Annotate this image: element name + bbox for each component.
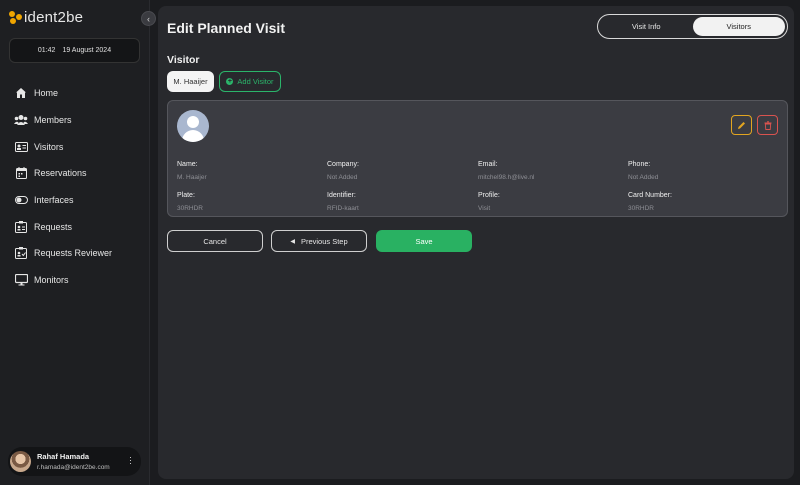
plus-circle-icon: +	[226, 78, 234, 85]
sidebar-item-label: Visitors	[34, 141, 64, 152]
logo-icon	[9, 10, 23, 25]
delete-button[interactable]	[757, 115, 778, 135]
sidebar-item-label: Requests	[34, 221, 73, 232]
add-visitor-label: Add Visitor	[237, 77, 274, 86]
calendar-icon	[14, 166, 28, 180]
sidebar-item-label: Home	[34, 88, 59, 99]
sidebar-item-label: Members	[34, 115, 72, 126]
sidebar-item-home[interactable]: Home	[14, 80, 112, 107]
sidebar-item-label: Interfaces	[34, 195, 74, 206]
chevron-left-icon[interactable]: ‹	[141, 11, 156, 26]
field-profile: Profile: Visit	[478, 192, 500, 212]
main-panel: Edit Planned Visit Visit Info Visitors V…	[158, 6, 794, 479]
sidebar-item-members[interactable]: Members	[14, 107, 112, 134]
monitor-icon	[14, 273, 28, 287]
add-visitor-button[interactable]: + Add Visitor	[219, 71, 281, 92]
sidebar: ident2be 01:42 19 August 2024 Home Membe…	[0, 0, 150, 485]
avatar	[10, 451, 31, 472]
sidebar-item-visitors[interactable]: Visitors	[14, 133, 112, 160]
sidebar-item-label: Requests Reviewer	[34, 248, 113, 259]
members-icon	[14, 113, 28, 127]
datetime-display: 01:42 19 August 2024	[9, 38, 140, 63]
toggle-icon	[14, 193, 28, 207]
tab-visitors[interactable]: Visitors	[692, 17, 785, 36]
previous-step-label: Previous Step	[300, 236, 348, 246]
section-title: Visitor	[167, 54, 200, 66]
field-plate: Plate: 30RHDR	[177, 192, 204, 212]
field-email: Email: mitchel98.h@live.nl	[478, 161, 535, 181]
sidebar-item-requests[interactable]: Requests	[14, 213, 112, 240]
tab-visit-info[interactable]: Visit Info	[600, 17, 693, 36]
current-time: 01:42	[37, 47, 56, 54]
sidebar-nav: Home Members Visitors Reservations Inter…	[14, 80, 112, 294]
caret-left-icon: ◀	[290, 238, 295, 245]
user-email: r.hamada@ident2be.com	[37, 464, 110, 471]
field-name: Name: M. Haaijer	[177, 161, 207, 181]
previous-step-button[interactable]: ◀ Previous Step	[271, 230, 367, 252]
cancel-button[interactable]: Cancel	[167, 230, 263, 252]
step-tabs: Visit Info Visitors	[597, 14, 788, 39]
user-profile[interactable]: Rahaf Hamada r.hamada@ident2be.com · · ·	[8, 447, 141, 476]
request-reviewer-icon	[14, 246, 28, 260]
page-title: Edit Planned Visit	[167, 20, 285, 36]
edit-button[interactable]	[731, 115, 752, 135]
field-identifier: Identifier: RFID-kaart	[327, 192, 359, 212]
save-button[interactable]: Save	[376, 230, 472, 252]
sidebar-item-label: Monitors	[34, 275, 69, 286]
pencil-icon	[738, 121, 745, 129]
logo[interactable]: ident2be	[9, 9, 83, 26]
visitor-chip[interactable]: M. Haaijer	[167, 71, 214, 92]
sidebar-item-monitors[interactable]: Monitors	[14, 267, 112, 294]
sidebar-item-requests-reviewer[interactable]: Requests Reviewer	[14, 240, 112, 267]
more-vertical-icon[interactable]: · · ·	[129, 453, 132, 468]
user-name: Rahaf Hamada	[37, 452, 90, 461]
id-card-icon	[14, 140, 28, 154]
visitor-card: Name: M. Haaijer Company: Not Added Emai…	[167, 100, 788, 217]
sidebar-item-label: Reservations	[34, 168, 87, 179]
sidebar-item-reservations[interactable]: Reservations	[14, 160, 112, 187]
current-date: 19 August 2024	[62, 47, 112, 54]
sidebar-item-interfaces[interactable]: Interfaces	[14, 187, 112, 214]
field-card-number: Card Number: 30RHDR	[628, 192, 672, 212]
home-icon	[14, 86, 28, 100]
trash-icon	[764, 120, 771, 130]
user-placeholder-icon	[177, 110, 209, 142]
logo-text: ident2be	[24, 9, 84, 26]
field-company: Company: Not Added	[327, 161, 359, 181]
field-phone: Phone: Not Added	[628, 161, 659, 181]
request-icon	[14, 220, 28, 234]
